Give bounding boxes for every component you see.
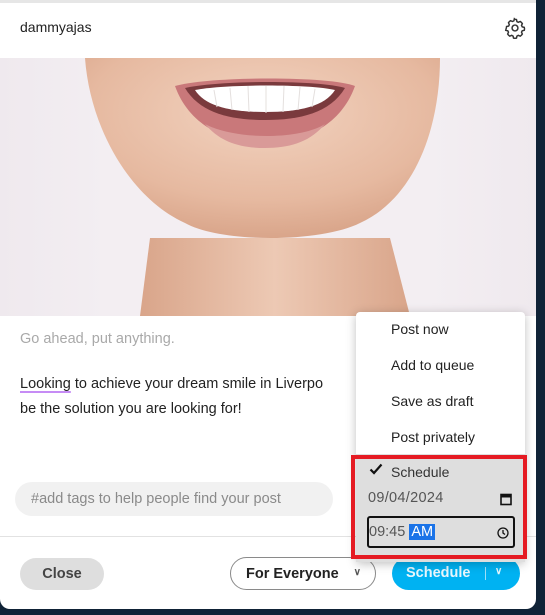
modal-header: dammyajas bbox=[0, 3, 536, 58]
gear-icon[interactable] bbox=[504, 17, 526, 39]
time-value: 09:45 AM bbox=[369, 524, 436, 540]
misspelled-word: Looking bbox=[20, 376, 71, 392]
caption-line-1: to achieve your dream smile in Liverpo bbox=[70, 376, 324, 392]
audience-label: For Everyone bbox=[246, 565, 339, 582]
menu-item-post-now[interactable]: Post now bbox=[391, 321, 449, 337]
schedule-date-input[interactable]: 09/04/2024 bbox=[368, 490, 444, 506]
button-separator bbox=[485, 567, 486, 580]
schedule-button-label: Schedule bbox=[406, 565, 471, 581]
checkmark-icon bbox=[369, 463, 383, 475]
chevron-down-icon: ∨ bbox=[353, 567, 361, 578]
clock-icon[interactable] bbox=[497, 527, 509, 539]
tags-input[interactable] bbox=[15, 482, 333, 516]
menu-item-post-privately[interactable]: Post privately bbox=[391, 429, 475, 445]
caption-line-2: be the solution you are looking for! bbox=[20, 401, 242, 417]
menu-item-add-to-queue[interactable]: Add to queue bbox=[391, 357, 474, 373]
schedule-label: Schedule bbox=[391, 464, 450, 480]
menu-item-save-as-draft[interactable]: Save as draft bbox=[391, 393, 474, 409]
close-button[interactable]: Close bbox=[20, 558, 104, 590]
time-hours-minutes: 09:45 bbox=[369, 524, 406, 540]
time-ampm-selected: AM bbox=[409, 524, 436, 540]
calendar-icon[interactable] bbox=[499, 492, 513, 506]
smile-photo bbox=[85, 58, 440, 316]
chevron-down-icon[interactable]: ∨ bbox=[495, 566, 502, 577]
caption-placeholder: Go ahead, put anything. bbox=[20, 331, 175, 347]
audience-dropdown[interactable]: For Everyone ∨ bbox=[230, 557, 376, 590]
username: dammyajas bbox=[20, 19, 92, 35]
schedule-time-input[interactable]: 09:45 AM bbox=[367, 516, 515, 548]
menu-item-schedule[interactable]: Schedule 09/04/2024 09:45 AM bbox=[356, 454, 525, 562]
post-image bbox=[0, 58, 536, 316]
post-options-menu: Post now Add to queue Save as draft Post… bbox=[356, 312, 525, 562]
